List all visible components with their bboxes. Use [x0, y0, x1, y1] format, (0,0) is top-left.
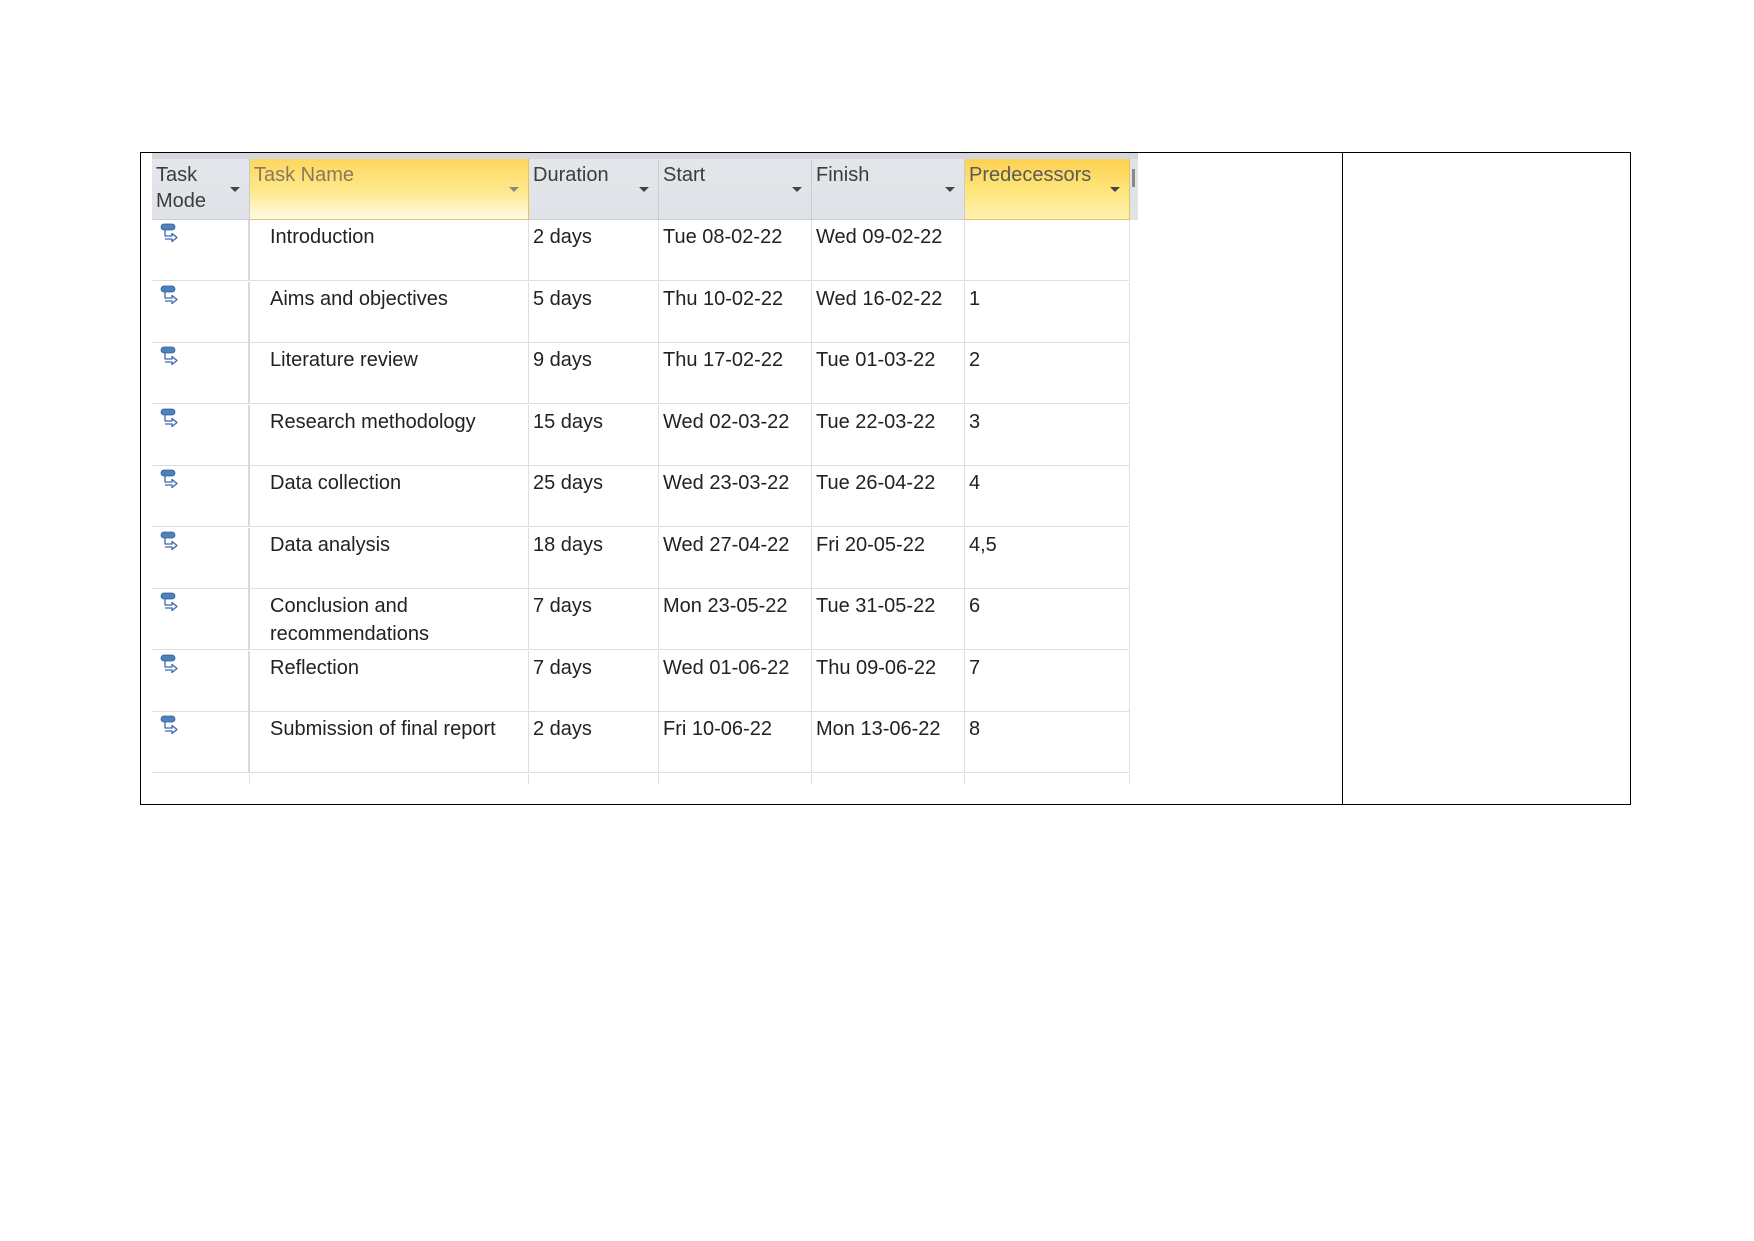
- predecessors-cell[interactable]: 3: [965, 404, 1130, 466]
- task-name-cell[interactable]: Introduction: [250, 220, 529, 281]
- duration-cell[interactable]: 5 days: [529, 281, 659, 343]
- grid-line-tail: [527, 773, 529, 784]
- dropdown-arrow-icon[interactable]: [1110, 187, 1120, 192]
- duration-cell[interactable]: 9 days: [529, 343, 659, 404]
- duration-cell[interactable]: 7 days: [529, 650, 659, 712]
- duration-cell[interactable]: 15 days: [529, 404, 659, 466]
- duration-cell[interactable]: 25 days: [529, 466, 659, 527]
- duration-cell[interactable]: 7 days: [529, 589, 659, 650]
- dropdown-arrow-icon[interactable]: [509, 187, 519, 192]
- column-header-start-label: Start: [663, 164, 706, 186]
- auto-scheduled-task-icon: [160, 346, 178, 366]
- task-name-cell[interactable]: Literature review: [250, 343, 529, 404]
- column-header-finish-label: Finish: [816, 164, 870, 186]
- task-name-cell[interactable]: Data analysis: [250, 527, 529, 589]
- column-header-start[interactable]: Start: [659, 159, 812, 220]
- start-cell[interactable]: Wed 02-03-22: [659, 404, 812, 466]
- task-mode-cell[interactable]: [152, 220, 250, 281]
- auto-scheduled-task-icon: [160, 223, 178, 243]
- project-task-sheet-screenshot: Task Mode Task Name Duration Start Finis…: [152, 153, 1138, 784]
- start-cell[interactable]: Wed 23-03-22: [659, 466, 812, 527]
- start-cell[interactable]: Tue 08-02-22: [659, 220, 812, 281]
- dropdown-arrow-icon[interactable]: [639, 187, 649, 192]
- start-cell[interactable]: Thu 17-02-22: [659, 343, 812, 404]
- column-header-finish[interactable]: Finish: [812, 159, 965, 220]
- column-header-partial: [1130, 159, 1138, 220]
- task-mode-cell[interactable]: [152, 712, 250, 773]
- task-name-cell[interactable]: Submission of final report: [250, 712, 529, 773]
- table-row[interactable]: Research methodology 15 days Wed 02-03-2…: [152, 404, 1130, 466]
- column-header-duration-label: Duration: [533, 164, 609, 186]
- predecessors-cell[interactable]: 4,5: [965, 527, 1130, 589]
- finish-cell[interactable]: Mon 13-06-22: [812, 712, 965, 773]
- table-row[interactable]: Conclusion and recommendations 7 days Mo…: [152, 589, 1130, 650]
- column-header-task-name-label: Task Name: [254, 164, 355, 186]
- table-row[interactable]: Submission of final report 2 days Fri 10…: [152, 712, 1130, 773]
- document-table-divider: [1342, 152, 1343, 805]
- finish-cell[interactable]: Tue 22-03-22: [812, 404, 965, 466]
- task-mode-cell[interactable]: [152, 527, 250, 589]
- finish-cell[interactable]: Fri 20-05-22: [812, 527, 965, 589]
- table-row[interactable]: Data collection 25 days Wed 23-03-22 Tue…: [152, 466, 1130, 527]
- duration-cell[interactable]: 2 days: [529, 220, 659, 281]
- auto-scheduled-task-icon: [160, 408, 178, 427]
- grid-line-tail: [810, 773, 812, 784]
- task-name-cell[interactable]: Reflection: [250, 650, 529, 712]
- auto-scheduled-task-icon: [160, 654, 178, 673]
- finish-cell[interactable]: Wed 16-02-22: [812, 281, 965, 343]
- finish-cell[interactable]: Thu 09-06-22: [812, 650, 965, 712]
- predecessors-cell[interactable]: 7: [965, 650, 1130, 712]
- task-mode-cell[interactable]: [152, 466, 250, 527]
- predecessors-cell[interactable]: 8: [965, 712, 1130, 773]
- column-header-task-name[interactable]: Task Name: [250, 159, 529, 220]
- finish-cell[interactable]: Tue 31-05-22: [812, 589, 965, 650]
- dropdown-arrow-icon[interactable]: [792, 187, 802, 192]
- duration-cell[interactable]: 18 days: [529, 527, 659, 589]
- column-header-duration[interactable]: Duration: [529, 159, 659, 220]
- duration-cell[interactable]: 2 days: [529, 712, 659, 773]
- task-name-cell[interactable]: Conclusion and recommendations: [250, 589, 529, 650]
- finish-cell[interactable]: Wed 09-02-22: [812, 220, 965, 281]
- task-mode-cell[interactable]: [152, 589, 250, 650]
- task-mode-cell[interactable]: [152, 404, 250, 466]
- auto-scheduled-task-icon: [160, 531, 178, 550]
- grid-line-tail: [963, 773, 965, 784]
- predecessors-cell[interactable]: 1: [965, 281, 1130, 343]
- table-row[interactable]: Literature review 9 days Thu 17-02-22 Tu…: [152, 343, 1130, 404]
- table-row[interactable]: Introduction 2 days Tue 08-02-22 Wed 09-…: [152, 220, 1130, 281]
- grid-line-tail: [248, 773, 250, 784]
- task-mode-cell[interactable]: [152, 650, 250, 712]
- predecessors-cell[interactable]: 2: [965, 343, 1130, 404]
- dropdown-arrow-icon[interactable]: [945, 187, 955, 192]
- table-row[interactable]: Reflection 7 days Wed 01-06-22 Thu 09-06…: [152, 650, 1130, 712]
- column-header-task-mode-line1: Task: [156, 164, 198, 186]
- column-header-task-mode[interactable]: Task Mode: [152, 159, 250, 220]
- predecessors-cell[interactable]: [965, 220, 1130, 281]
- auto-scheduled-task-icon: [160, 469, 178, 489]
- task-name-cell[interactable]: Data collection: [250, 466, 529, 527]
- task-mode-cell[interactable]: [152, 343, 250, 404]
- task-mode-cell[interactable]: [152, 281, 250, 343]
- start-cell[interactable]: Wed 27-04-22: [659, 527, 812, 589]
- predecessors-cell[interactable]: 4: [965, 466, 1130, 527]
- start-cell[interactable]: Fri 10-06-22: [659, 712, 812, 773]
- auto-scheduled-task-icon: [160, 285, 178, 304]
- table-row[interactable]: Aims and objectives 5 days Thu 10-02-22 …: [152, 281, 1130, 343]
- column-header-predecessors-label: Predecessors: [969, 164, 1092, 186]
- column-header-predecessors[interactable]: Predecessors: [965, 159, 1130, 220]
- start-cell[interactable]: Thu 10-02-22: [659, 281, 812, 343]
- grid-line-tail: [1128, 773, 1130, 784]
- grid-line-tail: [657, 773, 659, 784]
- predecessors-cell[interactable]: 6: [965, 589, 1130, 650]
- dropdown-arrow-icon[interactable]: [230, 187, 240, 192]
- finish-cell[interactable]: Tue 26-04-22: [812, 466, 965, 527]
- start-cell[interactable]: Mon 23-05-22: [659, 589, 812, 650]
- table-row[interactable]: Data analysis 18 days Wed 27-04-22 Fri 2…: [152, 527, 1130, 589]
- finish-cell[interactable]: Tue 01-03-22: [812, 343, 965, 404]
- auto-scheduled-task-icon: [160, 715, 178, 735]
- task-name-cell[interactable]: Research methodology: [250, 404, 529, 466]
- start-cell[interactable]: Wed 01-06-22: [659, 650, 812, 712]
- auto-scheduled-task-icon: [160, 592, 178, 612]
- task-name-cell[interactable]: Aims and objectives: [250, 281, 529, 343]
